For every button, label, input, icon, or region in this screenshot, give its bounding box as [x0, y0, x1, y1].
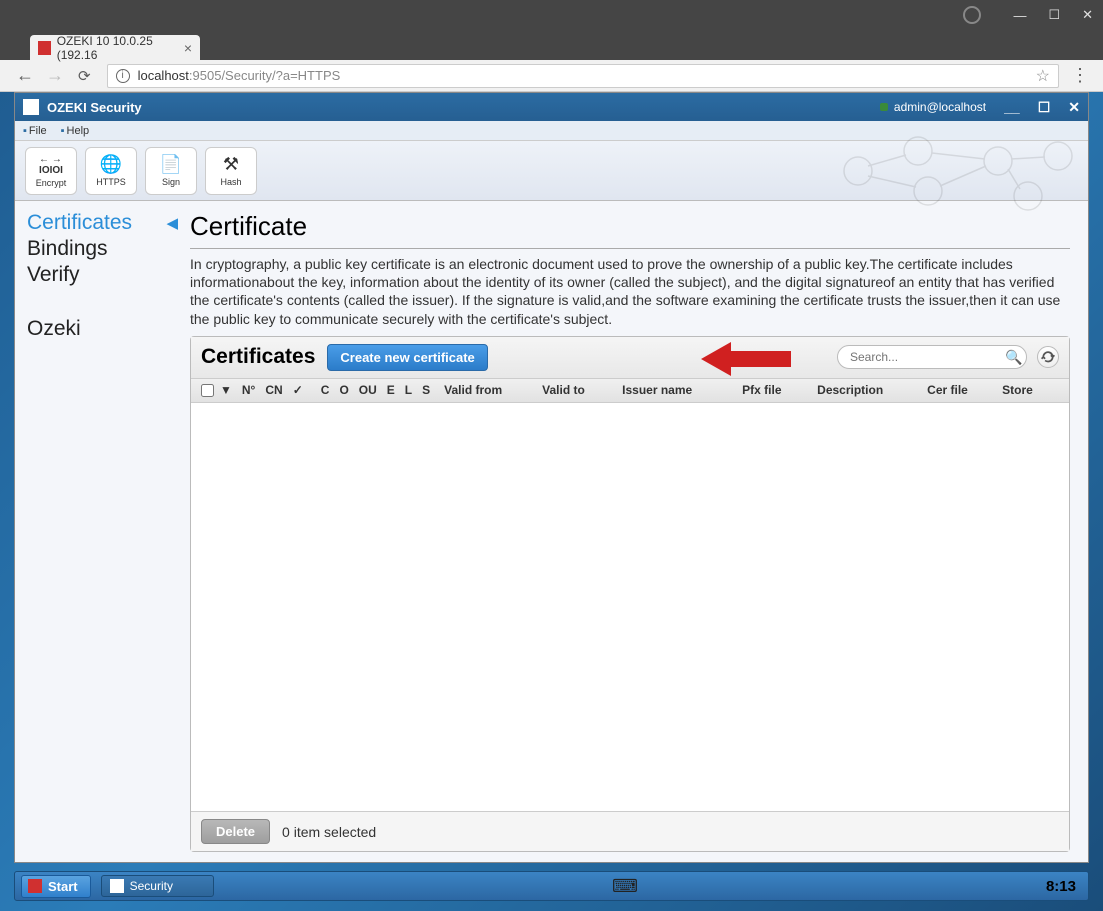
os-close-button[interactable]: ✕ [1082, 7, 1093, 23]
start-label: Start [48, 879, 78, 894]
col-desc[interactable]: Description [817, 383, 917, 397]
select-all-checkbox[interactable] [201, 384, 214, 397]
app-maximize-button[interactable]: ☐ [1038, 99, 1051, 116]
col-cer[interactable]: Cer file [927, 383, 992, 397]
app-icon [23, 99, 39, 115]
app-window: OZEKI Security admin@localhost __ ☐ ✕ ▪F… [14, 92, 1089, 863]
nav-back-button[interactable]: ← [16, 65, 34, 86]
refresh-icon [1041, 350, 1055, 364]
col-num[interactable]: N° [242, 383, 255, 397]
bookmark-star-icon[interactable]: ☆ [1036, 66, 1050, 86]
task-icon [110, 879, 124, 893]
sidebar-item-bindings[interactable]: Bindings [27, 237, 178, 261]
menu-help[interactable]: ▪Help [61, 125, 90, 137]
toolbar-hash-button[interactable]: ⚒ Hash [205, 147, 257, 195]
grid-column-header: ▼ N° CN ✓ C O OU E L S Valid from Valid … [191, 379, 1069, 403]
create-certificate-button[interactable]: Create new certificate [327, 344, 487, 371]
menu-file[interactable]: ▪File [23, 125, 47, 137]
app-user[interactable]: admin@localhost [894, 100, 986, 114]
browser-address-bar: ← → ⟳ i localhost:9505/Security/?a=HTTPS… [0, 60, 1103, 92]
encrypt-icon: ← →IOIOI [39, 154, 63, 176]
col-issuer[interactable]: Issuer name [622, 383, 732, 397]
col-s[interactable]: S [422, 383, 430, 397]
url-input[interactable]: i localhost:9505/Security/?a=HTTPS ☆ [107, 64, 1059, 88]
col-valid-from[interactable]: Valid from [444, 383, 532, 397]
app-minimize-button[interactable]: __ [1004, 99, 1020, 115]
tab-favicon [38, 41, 51, 55]
tab-title: OZEKI 10 10.0.25 (192.16 [57, 34, 184, 62]
start-button[interactable]: Start [21, 875, 91, 898]
sidebar-item-verify[interactable]: Verify [27, 263, 178, 287]
taskbar: Start Security ⌨ 8:13 [14, 871, 1089, 901]
check-icon: ✓ [293, 383, 303, 397]
globe-icon: 🌐 [100, 154, 122, 175]
nav-forward-button: → [46, 65, 64, 86]
selection-count: 0 item selected [282, 824, 376, 840]
url-port: :9505 [189, 68, 222, 83]
sidebar: Certificates ◀ Bindings Verify Ozeki [15, 201, 190, 862]
col-ou[interactable]: OU [359, 383, 377, 397]
delete-button[interactable]: Delete [201, 819, 270, 844]
col-cn[interactable]: CN [265, 383, 282, 397]
url-host: localhost [138, 68, 189, 83]
document-icon: 📄 [160, 154, 182, 175]
app-title: OZEKI Security [47, 100, 142, 115]
clock: 8:13 [1046, 878, 1082, 895]
status-dot-icon [880, 103, 888, 111]
page-heading: Certificate [190, 211, 1070, 249]
os-minimize-button[interactable]: — [1013, 8, 1026, 23]
browser-tab[interactable]: OZEKI 10 10.0.25 (192.16 × [30, 35, 200, 60]
search-icon[interactable]: 🔍 [1005, 349, 1022, 366]
page-description: In cryptography, a public key certificat… [190, 255, 1070, 328]
toolbar-encrypt-button[interactable]: ← →IOIOI Encrypt [25, 147, 77, 195]
app-titlebar: OZEKI Security admin@localhost __ ☐ ✕ [15, 93, 1088, 121]
grid-body [191, 403, 1069, 811]
taskbar-item-security[interactable]: Security [101, 875, 214, 897]
sidebar-item-ozeki[interactable]: Ozeki [27, 317, 178, 341]
app-body: Certificates ◀ Bindings Verify Ozeki Cer… [15, 201, 1088, 862]
col-store[interactable]: Store [1002, 383, 1033, 397]
hammer-icon: ⚒ [223, 154, 239, 175]
col-pfx[interactable]: Pfx file [742, 383, 807, 397]
search-input[interactable] [850, 350, 1005, 364]
search-box[interactable]: 🔍 [837, 345, 1027, 369]
panel-title: Certificates [201, 345, 315, 369]
panel-header: Certificates Create new certificate 🔍 [191, 337, 1069, 379]
col-l[interactable]: L [405, 383, 412, 397]
sidebar-item-label: Certificates [27, 211, 132, 235]
toolbar-https-button[interactable]: 🌐 HTTPS [85, 147, 137, 195]
col-sort[interactable]: ▼ [220, 383, 232, 397]
col-e[interactable]: E [387, 383, 395, 397]
network-decoration [828, 131, 1088, 211]
red-arrow-annotation [701, 342, 791, 376]
col-valid-to[interactable]: Valid to [542, 383, 612, 397]
refresh-button[interactable] [1037, 346, 1059, 368]
sidebar-item-certificates[interactable]: Certificates ◀ [27, 211, 178, 235]
url-path: /Security/?a=HTTPS [221, 68, 340, 83]
browser-tab-bar: OZEKI 10 10.0.25 (192.16 × [0, 30, 1103, 60]
toolbar-sign-button[interactable]: 📄 Sign [145, 147, 197, 195]
app-toolbar: ← →IOIOI Encrypt 🌐 HTTPS 📄 Sign ⚒ Hash [15, 141, 1088, 201]
keyboard-icon[interactable]: ⌨ [612, 876, 638, 897]
os-maximize-button[interactable]: ☐ [1048, 7, 1060, 23]
task-label: Security [130, 879, 173, 893]
user-icon[interactable] [963, 6, 981, 24]
content: Certificate In cryptography, a public ke… [190, 201, 1088, 862]
start-icon [28, 879, 42, 893]
col-c[interactable]: C [321, 383, 330, 397]
app-close-button[interactable]: ✕ [1068, 99, 1080, 116]
certificates-panel: Certificates Create new certificate 🔍 [190, 336, 1070, 852]
panel-footer: Delete 0 item selected [191, 811, 1069, 851]
site-info-icon[interactable]: i [116, 69, 130, 83]
tab-close-button[interactable]: × [184, 40, 192, 56]
col-o[interactable]: O [339, 383, 348, 397]
os-titlebar: — ☐ ✕ [0, 0, 1103, 30]
browser-menu-button[interactable]: ⋮ [1067, 65, 1093, 86]
triangle-left-icon: ◀ [166, 214, 178, 232]
nav-reload-button[interactable]: ⟳ [78, 67, 91, 85]
